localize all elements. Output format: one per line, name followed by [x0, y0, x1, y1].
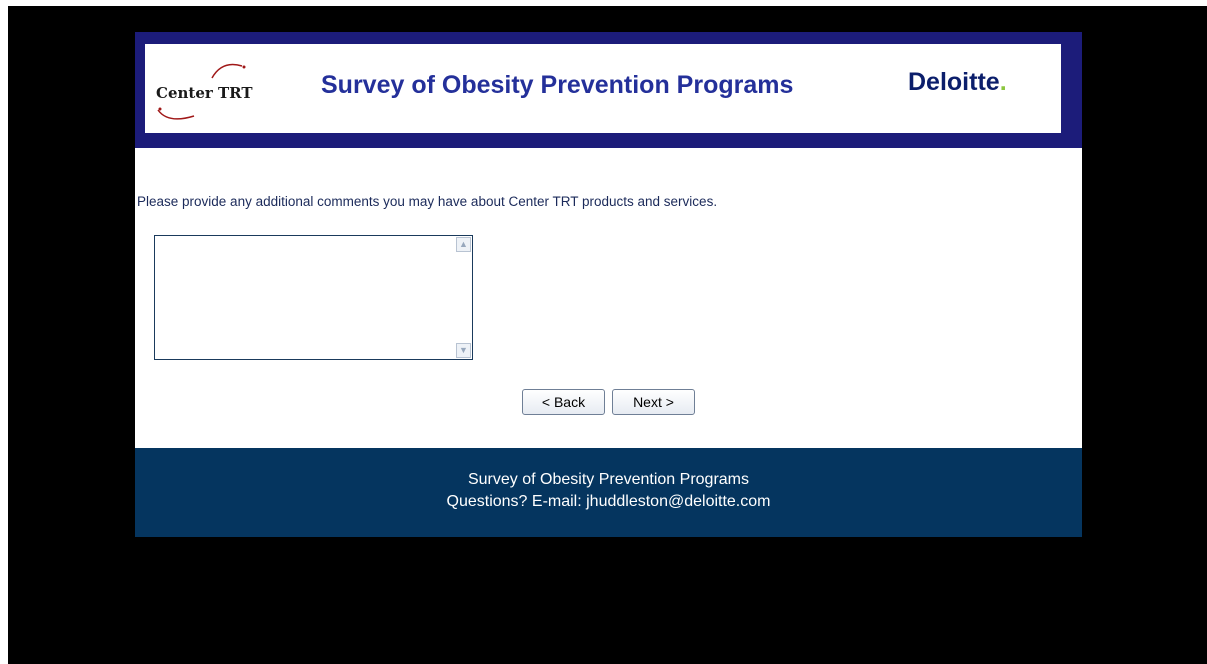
- brand-dot: .: [999, 68, 1007, 96]
- header-banner-inner: Center TRT Survey of Obesity Prevention …: [145, 44, 1061, 133]
- brand-name: Deloitte: [908, 68, 1000, 96]
- scroll-up-icon[interactable]: ▲: [456, 237, 471, 252]
- question-prompt: Please provide any additional comments y…: [137, 194, 718, 209]
- window-top-edge: [0, 0, 1207, 6]
- window-left-edge: [0, 6, 8, 664]
- footer-title: Survey of Obesity Prevention Programs: [467, 471, 749, 488]
- survey-page: Center TRT Survey of Obesity Prevention …: [135, 32, 1082, 537]
- footer-contact: Questions? E-mail: jhuddleston@deloitte.…: [446, 493, 771, 510]
- textarea-scrollbar[interactable]: ▲ ▼: [455, 236, 472, 359]
- page-footer: Survey of Obesity Prevention Programs Qu…: [135, 448, 1082, 537]
- comments-textarea[interactable]: ▲ ▼: [154, 235, 473, 360]
- next-button[interactable]: Next >: [612, 389, 695, 415]
- logo-text: Center TRT: [156, 84, 253, 102]
- scroll-down-icon[interactable]: ▼: [456, 343, 471, 358]
- back-button[interactable]: < Back: [522, 389, 605, 415]
- header-banner: Center TRT Survey of Obesity Prevention …: [135, 32, 1082, 148]
- center-trt-logo: Center TRT: [150, 52, 280, 127]
- banner-title: Survey of Obesity Prevention Programs: [321, 71, 794, 99]
- deloitte-logo: Deloitte.: [908, 68, 1007, 97]
